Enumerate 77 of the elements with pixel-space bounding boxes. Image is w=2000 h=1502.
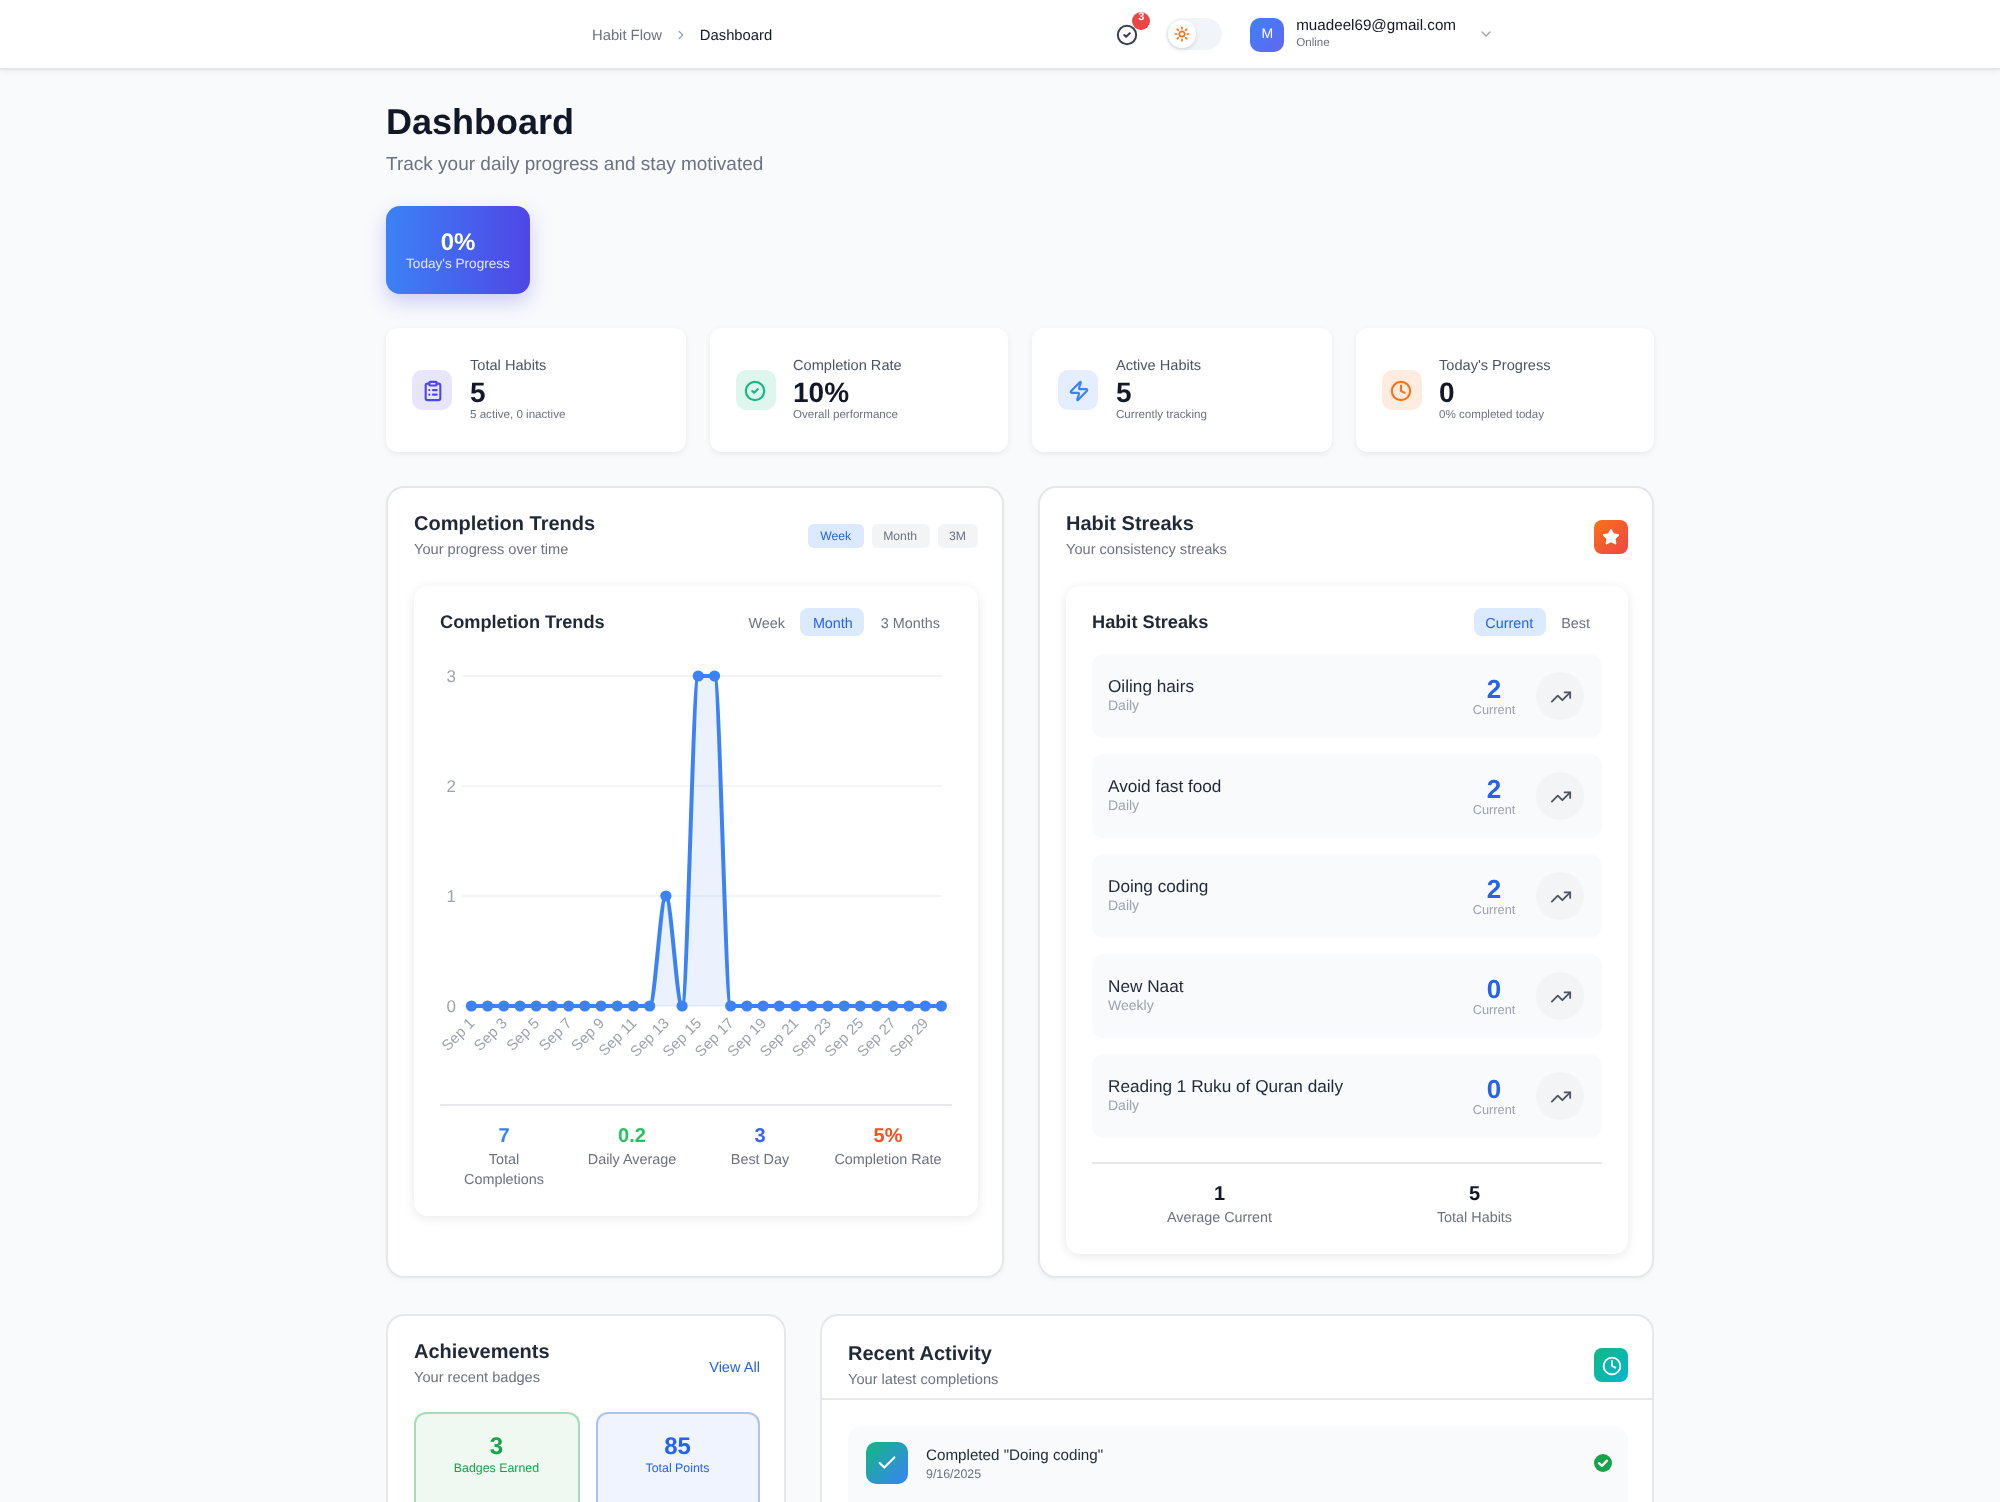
data-point [676, 1000, 688, 1012]
chevron-right-icon [673, 27, 688, 41]
badge-value: 85 [664, 1432, 691, 1460]
stat-value: 5 [1116, 376, 1134, 408]
habit-name: Avoid fast food [1108, 775, 1224, 797]
data-point [546, 1000, 559, 1012]
data-point [498, 1000, 510, 1012]
sun-icon [1168, 20, 1197, 48]
summary-value: 5% [873, 1126, 903, 1150]
data-point [530, 1000, 542, 1012]
data-point [806, 1000, 818, 1012]
panel-title: Achievements [414, 1340, 550, 1366]
data-point [579, 1000, 591, 1012]
panel-title: Completion Trends [414, 512, 596, 538]
summary-value: 3 [754, 1126, 766, 1150]
habit-name: Doing coding [1108, 875, 1211, 897]
data-point [465, 1000, 477, 1012]
stat-value: 5 [470, 376, 488, 408]
streak-count: 2 [1486, 873, 1502, 903]
y-axis-label: 0 [446, 996, 456, 1016]
data-point [482, 1000, 494, 1012]
data-point [595, 1000, 607, 1012]
card-title: Completion Trends [440, 612, 605, 632]
panel-title: Habit Streaks [1066, 512, 1196, 538]
progress-value: 0% [440, 227, 476, 255]
check-icon [866, 1442, 908, 1484]
streak-count: 0 [1486, 973, 1502, 1003]
data-point [563, 1000, 575, 1012]
streak-count: 0 [1486, 1073, 1502, 1103]
streak-count: 2 [1486, 773, 1502, 803]
data-point [708, 670, 721, 682]
check-circle-icon [1594, 1454, 1612, 1472]
data-point [854, 1000, 866, 1012]
data-point [644, 1000, 656, 1012]
data-point [919, 1000, 931, 1012]
trend-up-icon[interactable] [1536, 772, 1584, 820]
data-point [903, 1000, 915, 1012]
check-circle-icon[interactable] [1116, 23, 1139, 45]
summary-value: 1 [1213, 1184, 1226, 1208]
data-point [822, 1000, 834, 1012]
data-point [725, 1000, 737, 1012]
habit-name: New Naat [1108, 975, 1186, 997]
summary-value: 7 [498, 1126, 510, 1150]
data-point [611, 1000, 623, 1012]
streak-count: 2 [1486, 673, 1502, 703]
trend-up-icon[interactable] [1536, 872, 1584, 920]
stat-value: 10% [793, 376, 852, 408]
data-point [838, 1000, 850, 1012]
summary-value: 0.2 [618, 1126, 646, 1150]
badge-value: 3 [489, 1432, 504, 1460]
data-point [773, 1000, 785, 1012]
data-point [789, 1000, 802, 1012]
stat-value: 0 [1439, 376, 1457, 408]
data-point [660, 890, 672, 902]
trend-up-icon[interactable] [1536, 672, 1584, 720]
card-title: Habit Streaks [1092, 612, 1209, 632]
data-point [870, 1000, 883, 1012]
trend-up-icon[interactable] [1536, 972, 1584, 1020]
theme-toggle[interactable] [1166, 18, 1223, 50]
data-point [627, 1000, 640, 1012]
page-subtitle: Track your daily progress and stay motivated [386, 154, 766, 178]
y-axis-label: 1 [446, 886, 456, 906]
data-point [935, 1000, 947, 1012]
habit-name: Reading 1 Ruku of Quran daily [1108, 1075, 1346, 1097]
data-point [887, 1000, 899, 1012]
data-point [514, 1000, 526, 1012]
data-point [692, 670, 704, 682]
page-title: Dashboard [386, 100, 577, 144]
y-axis-label: 2 [446, 776, 456, 796]
trend-up-icon[interactable] [1536, 1072, 1584, 1120]
habit-name: Oiling hairs [1108, 675, 1196, 697]
panel-title: Recent Activity [848, 1342, 994, 1368]
y-axis-label: 3 [446, 666, 456, 686]
data-point [741, 1000, 753, 1012]
data-point [757, 1000, 769, 1012]
clock-icon [1594, 1348, 1628, 1382]
summary-value: 5 [1468, 1184, 1481, 1208]
